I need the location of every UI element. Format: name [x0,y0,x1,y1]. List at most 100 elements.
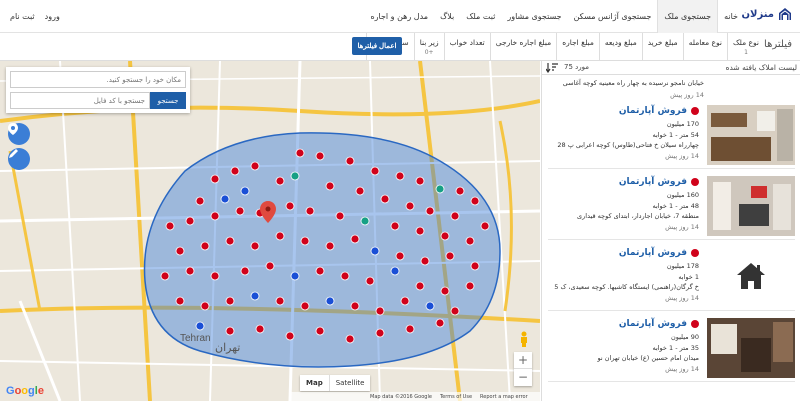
zoom-out-button[interactable]: − [514,369,532,386]
property-marker[interactable] [160,271,170,281]
property-marker[interactable] [290,271,300,281]
property-marker[interactable] [395,251,405,261]
property-marker[interactable] [380,194,390,204]
property-marker[interactable] [295,148,305,158]
sort-icon[interactable] [546,63,558,73]
property-marker[interactable] [325,296,335,306]
listing-title[interactable]: فروش آپارتمان [619,319,687,329]
property-marker[interactable] [390,266,400,276]
filter-tab-area[interactable]: زیر بنا 0+ [413,33,444,61]
property-marker[interactable] [355,186,365,196]
menu-item-agency-search[interactable]: جستجوی آژانس مسکن [568,0,658,33]
property-marker[interactable] [210,211,220,221]
property-marker[interactable] [360,216,370,226]
property-marker[interactable] [300,301,310,311]
property-marker[interactable] [315,151,325,161]
property-marker[interactable] [440,231,450,241]
property-marker[interactable] [275,176,285,186]
property-marker[interactable] [335,211,345,221]
property-marker[interactable] [325,181,335,191]
menu-item-home[interactable]: خانه [718,0,744,33]
login-link[interactable]: ورود [45,0,60,33]
property-marker[interactable] [275,296,285,306]
property-marker[interactable] [480,221,490,231]
property-marker[interactable] [425,206,435,216]
filter-tab-rent[interactable]: مبلغ اجاره [556,33,599,61]
menu-item-blog[interactable]: بلاگ [434,0,460,33]
listing-title[interactable]: فروش آپارتمان [619,106,687,116]
property-marker[interactable] [240,186,250,196]
property-marker[interactable] [240,266,250,276]
property-marker[interactable] [370,246,380,256]
filter-tab-bedrooms[interactable]: تعداد خواب [443,33,490,61]
listing-card[interactable]: فروش آپارتمان 178 میلیون 1 خوابه خ گرگان… [548,245,795,311]
map-location-tool[interactable] [8,123,30,145]
property-marker[interactable] [315,326,325,336]
property-marker[interactable] [435,184,445,194]
listing-photo[interactable] [707,247,795,307]
property-marker[interactable] [275,231,285,241]
property-marker[interactable] [375,328,385,338]
filter-tab-property-type[interactable]: نوع ملک 1 [726,33,764,61]
listing-card[interactable]: فروش آپارتمان 160 میلیون 48 متر - 1 خواب… [548,174,795,240]
property-marker[interactable] [225,236,235,246]
listing-photo[interactable] [707,176,795,236]
property-marker[interactable] [250,291,260,301]
property-marker[interactable] [370,166,380,176]
menu-item-register-property[interactable]: ثبت ملک [460,0,501,33]
location-search-input[interactable] [10,71,186,88]
zoom-in-button[interactable]: + [514,352,532,369]
terms-link[interactable]: Terms of Use [440,394,472,400]
listing-card[interactable]: فروش آپارتمان 90 میلیون 35 متر - 1 خوابه… [548,316,795,382]
property-marker[interactable] [390,221,400,231]
listing-photo[interactable] [707,105,795,165]
file-code-input[interactable] [10,92,150,109]
property-marker[interactable] [290,171,300,181]
property-marker[interactable] [350,234,360,244]
filter-tab-external-rent[interactable]: مبلغ اجاره خارجی [489,33,557,61]
register-link[interactable]: ثبت نام [10,0,35,33]
map-type-map[interactable]: Map [300,375,330,391]
listing-title[interactable]: فروش آپارتمان [619,248,687,258]
property-marker[interactable] [425,301,435,311]
property-marker[interactable] [450,306,460,316]
property-marker[interactable] [175,246,185,256]
property-marker[interactable] [470,261,480,271]
property-marker[interactable] [195,321,205,331]
listing-card[interactable]: فروش آپارتمان 170 میلیون 54 متر - 1 خواب… [548,103,795,169]
street-view-pegman[interactable] [518,331,530,347]
property-marker[interactable] [250,161,260,171]
property-marker[interactable] [315,266,325,276]
property-marker[interactable] [420,256,430,266]
property-marker[interactable] [415,226,425,236]
property-marker[interactable] [210,271,220,281]
property-marker[interactable] [210,174,220,184]
property-marker[interactable] [405,201,415,211]
property-marker[interactable] [450,211,460,221]
apply-filters-button[interactable]: اعمال فیلترها [352,37,402,55]
property-marker[interactable] [235,206,245,216]
property-marker[interactable] [250,241,260,251]
filter-tab-deal-type[interactable]: نوع معامله [682,33,727,61]
property-marker[interactable] [345,334,355,344]
listing-photo[interactable] [707,318,795,378]
property-marker[interactable] [285,201,295,211]
property-marker[interactable] [230,166,240,176]
property-marker[interactable] [440,286,450,296]
menu-item-consultant-search[interactable]: جستجوی مشاور [501,0,567,33]
property-marker[interactable] [265,261,275,271]
property-marker[interactable] [395,171,405,181]
property-marker[interactable] [345,156,355,166]
property-marker[interactable] [465,281,475,291]
property-marker[interactable] [200,241,210,251]
list-item-partial[interactable]: خیابان نامجو نرسیده به چهار راه معینیه ک… [563,77,704,101]
property-marker[interactable] [185,266,195,276]
property-marker[interactable] [415,281,425,291]
property-marker[interactable] [200,301,210,311]
property-marker[interactable] [305,206,315,216]
property-marker[interactable] [415,176,425,186]
property-marker[interactable] [285,331,295,341]
report-error-link[interactable]: Report a map error [480,394,528,400]
map-draw-tool[interactable] [8,148,30,170]
property-marker[interactable] [300,236,310,246]
